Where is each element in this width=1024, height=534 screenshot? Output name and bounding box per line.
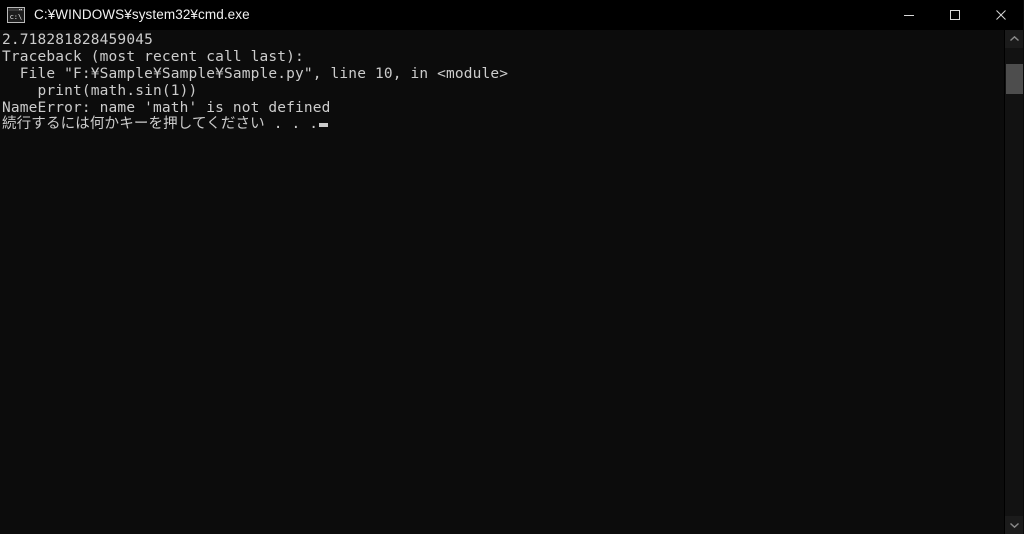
maximize-icon — [950, 10, 960, 20]
text-cursor — [319, 123, 329, 128]
cmd-console-icon: c:\ — [7, 7, 25, 23]
maximize-button[interactable] — [932, 0, 978, 30]
console-output-area[interactable]: 2.718281828459045 Traceback (most recent … — [0, 30, 1004, 534]
close-icon — [996, 10, 1006, 20]
minimize-button[interactable] — [886, 0, 932, 30]
press-any-key-text: 続行するには何かキーを押してください . . . — [2, 116, 319, 133]
console-line: File "F:¥Sample¥Sample¥Sample.py", line … — [2, 65, 509, 82]
console-line: print(math.sin(1)) — [2, 82, 198, 99]
scroll-up-button[interactable] — [1005, 30, 1024, 48]
window-controls — [886, 0, 1024, 30]
console-text-buffer: 2.718281828459045 Traceback (most recent … — [2, 32, 508, 133]
console-line: NameError: name 'math' is not defined — [2, 99, 331, 116]
window-title: C:¥WINDOWS¥system32¥cmd.exe — [34, 7, 250, 22]
console-prompt-line: 続行するには何かキーを押してください . . . — [2, 116, 508, 133]
scroll-down-button[interactable] — [1005, 516, 1024, 534]
vertical-scrollbar[interactable] — [1004, 30, 1024, 534]
svg-text:c:\: c:\ — [10, 13, 23, 21]
title-bar[interactable]: c:\ C:¥WINDOWS¥system32¥cmd.exe — [0, 0, 1024, 30]
console-line: Traceback (most recent call last): — [2, 48, 304, 65]
chevron-down-icon — [1010, 522, 1019, 529]
minimize-icon — [904, 15, 914, 16]
scrollbar-track[interactable] — [1005, 48, 1024, 516]
scrollbar-thumb[interactable] — [1006, 64, 1023, 94]
title-bar-left: c:\ C:¥WINDOWS¥system32¥cmd.exe — [0, 0, 886, 30]
chevron-up-icon — [1010, 35, 1019, 42]
cmd-window: c:\ C:¥WINDOWS¥system32¥cmd.exe 2.718281… — [0, 0, 1024, 534]
close-button[interactable] — [978, 0, 1024, 30]
console-line: 2.718281828459045 — [2, 32, 153, 48]
